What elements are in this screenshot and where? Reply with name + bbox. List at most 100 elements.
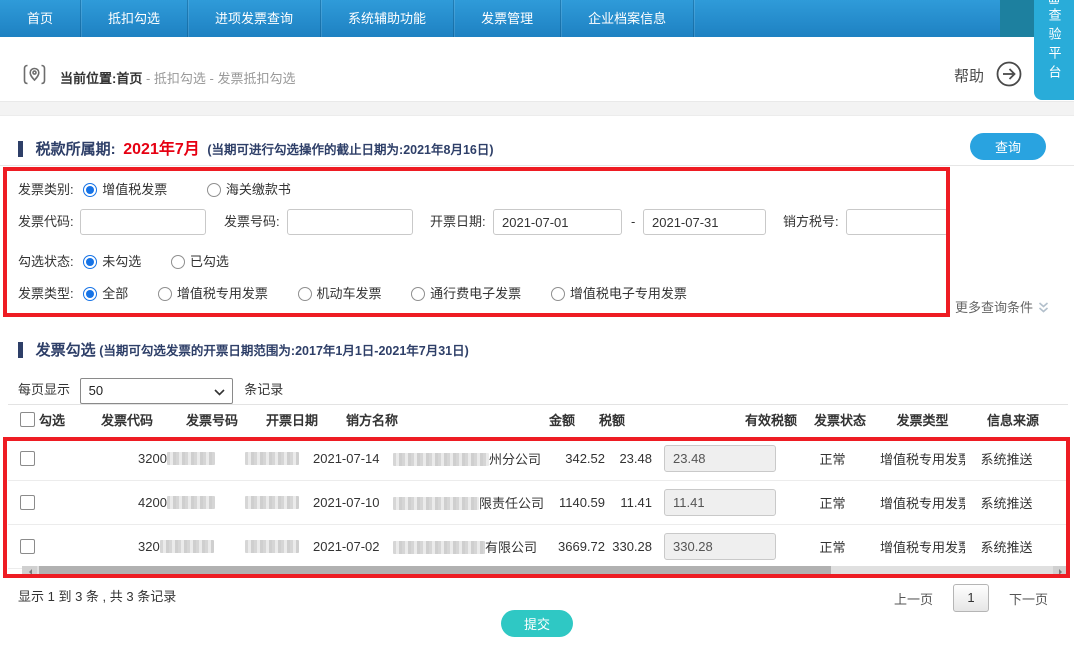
cell-seller-suffix: 有限公司 xyxy=(485,540,537,555)
cell-invoice-code-prefix: 3200 xyxy=(138,451,167,466)
invoice-check-section-header: 发票勾选 (当期可勾选发票的开票日期范围为:2017年1月1日-2021年7月3… xyxy=(0,339,1074,369)
redacted-invoice-number xyxy=(245,452,299,465)
nav-item-invoice-mgmt[interactable]: 发票管理 xyxy=(454,0,561,37)
divider-line xyxy=(0,165,1074,166)
radio-option-vat-invoice[interactable]: 增值税发票 xyxy=(83,182,167,197)
invoice-code-input[interactable] xyxy=(80,209,206,235)
submit-button[interactable]: 提交 xyxy=(501,610,573,637)
redacted-invoice-number xyxy=(245,540,299,553)
cell-status: 正常 xyxy=(785,493,880,512)
chevron-double-down-icon xyxy=(1037,301,1050,314)
breadcrumb-prefix: 当前位置: xyxy=(60,71,116,86)
more-conditions-label: 更多查询条件 xyxy=(955,300,1033,315)
radio-icon xyxy=(171,255,185,269)
row-checkbox[interactable] xyxy=(20,495,35,510)
redacted-seller-name xyxy=(393,541,485,554)
radio-option-motor-vehicle[interactable]: 机动车发票 xyxy=(298,286,382,301)
header-info-source: 信息来源 xyxy=(965,405,1061,437)
invoice-code-label: 发票代码: xyxy=(18,209,74,235)
invoice-date-to-input[interactable] xyxy=(643,209,766,235)
help-arrow-icon[interactable] xyxy=(994,59,1024,89)
invoice-number-input[interactable] xyxy=(287,209,413,235)
cell-type: 增值税专用发票 xyxy=(880,537,965,556)
cell-invoice-code-prefix: 320 xyxy=(138,539,160,554)
page-number-button[interactable]: 1 xyxy=(953,584,989,612)
tax-period-title: 税款所属期: xyxy=(36,141,116,158)
select-all-checkbox[interactable] xyxy=(20,412,35,427)
invoice-date-from-input[interactable] xyxy=(493,209,622,235)
nav-item-system-aux[interactable]: 系统辅助功能 xyxy=(321,0,454,37)
invoice-check-note: (当期可勾选发票的开票日期范围为:2017年1月1日-2021年7月31日) xyxy=(99,344,469,358)
radio-option-vat-special[interactable]: 增值税专用发票 xyxy=(158,286,268,301)
scrollbar-thumb[interactable] xyxy=(39,566,831,577)
row-checkbox[interactable] xyxy=(20,451,35,466)
nav-item-deduction-check[interactable]: 抵扣勾选 xyxy=(81,0,188,37)
cell-status: 正常 xyxy=(785,449,880,468)
row-checkbox[interactable] xyxy=(20,539,35,554)
nav-item-company-archive[interactable]: 企业档案信息 xyxy=(561,0,694,37)
horizontal-scrollbar[interactable] xyxy=(22,566,1068,577)
nav-item-home[interactable]: 首页 xyxy=(0,0,81,37)
table-row: 3200 2021-07-14 州分公司 342.52 23.48 正常 增值税… xyxy=(8,437,1068,481)
header-invoice-status: 发票状态 xyxy=(800,405,880,437)
prev-page-button[interactable]: 上一页 xyxy=(894,589,933,608)
radio-label: 通行费电子发票 xyxy=(430,286,521,301)
cell-type: 增值税专用发票 xyxy=(880,449,965,468)
effective-tax-input[interactable] xyxy=(664,533,776,560)
records-summary: 显示 1 到 3 条 , 共 3 条记录 xyxy=(18,586,176,605)
radio-label: 增值税专用发票 xyxy=(177,286,268,301)
radio-option-customs-payment[interactable]: 海关缴款书 xyxy=(207,182,291,197)
radio-option-unchecked[interactable]: 未勾选 xyxy=(83,254,141,269)
effective-tax-input[interactable] xyxy=(664,445,776,472)
header-invoice-code: 发票代码 xyxy=(95,405,180,437)
radio-label: 增值税发票 xyxy=(102,182,167,197)
app-root: 首页 抵扣勾选 进项发票查询 系统辅助功能 发票管理 企业档案信息 票 查验平台… xyxy=(0,0,1074,658)
breadcrumb-home[interactable]: 首页 xyxy=(116,71,142,86)
radio-option-toll-electronic[interactable]: 通行费电子发票 xyxy=(411,286,521,301)
cell-tax: 330.28 xyxy=(605,539,652,554)
scrollbar-left-arrow[interactable] xyxy=(22,566,37,577)
header-tax: 税额 xyxy=(575,405,625,437)
nav-item-input-invoice-query[interactable]: 进项发票查询 xyxy=(188,0,321,37)
header-invoice-date: 开票日期 xyxy=(260,405,340,437)
radio-icon xyxy=(411,287,425,301)
pagination: 上一页 1 下一页 xyxy=(894,584,1048,612)
page-size-value: 50 xyxy=(89,383,103,398)
scrollbar-right-arrow[interactable] xyxy=(1053,566,1068,577)
radio-label: 海关缴款书 xyxy=(226,182,291,197)
redacted-seller-name xyxy=(393,453,489,466)
check-status-row: 勾选状态: 未勾选 已勾选 xyxy=(18,249,1064,275)
radio-icon xyxy=(207,183,221,197)
radio-checked-icon xyxy=(83,287,97,301)
invoice-type-label: 发票类型: xyxy=(18,286,74,301)
header-seller-name: 销方名称 xyxy=(340,405,530,437)
page-size-select[interactable]: 50 xyxy=(80,378,233,404)
breadcrumb-path[interactable]: - 抵扣勾选 - 发票抵扣勾选 xyxy=(142,71,295,86)
effective-tax-input[interactable] xyxy=(664,489,776,516)
next-page-button[interactable]: 下一页 xyxy=(1009,589,1048,608)
date-range-separator: - xyxy=(631,209,635,235)
header-amount: 金额 xyxy=(530,405,575,437)
cell-source: 系统推送 xyxy=(965,493,1048,512)
help-label[interactable]: 帮助 xyxy=(954,65,984,86)
redacted-invoice-code xyxy=(167,452,215,465)
page-size-label: 每页显示 xyxy=(18,382,70,397)
more-conditions-link[interactable]: 更多查询条件 xyxy=(955,297,1050,316)
radio-label: 全部 xyxy=(102,286,128,301)
header-invoice-number: 发票号码 xyxy=(180,405,260,437)
radio-option-vat-electronic-special[interactable]: 增值税电子专用发票 xyxy=(551,286,687,301)
page-size-row: 每页显示 50 条记录 xyxy=(18,377,283,403)
cell-invoice-code-prefix: 4200 xyxy=(138,495,167,510)
radio-option-checked[interactable]: 已勾选 xyxy=(171,254,229,269)
seller-tax-no-input[interactable] xyxy=(846,209,948,235)
section-marker-bar xyxy=(18,141,23,157)
invoice-verify-platform-tab[interactable]: 票 查验平台 xyxy=(1034,0,1074,100)
cell-invoice-date: 2021-07-10 xyxy=(305,495,385,510)
invoice-category-row: 发票类别: 增值税发票 海关缴款书 xyxy=(18,177,1064,203)
filter-form: 发票类别: 增值税发票 海关缴款书 发票代码: 发票号码: 开票日期: - 销方… xyxy=(0,167,1074,317)
radio-checked-icon xyxy=(83,183,97,197)
query-button[interactable]: 查询 xyxy=(970,133,1046,160)
radio-icon xyxy=(158,287,172,301)
radio-option-all[interactable]: 全部 xyxy=(83,286,128,301)
section-divider-band xyxy=(0,101,1074,116)
